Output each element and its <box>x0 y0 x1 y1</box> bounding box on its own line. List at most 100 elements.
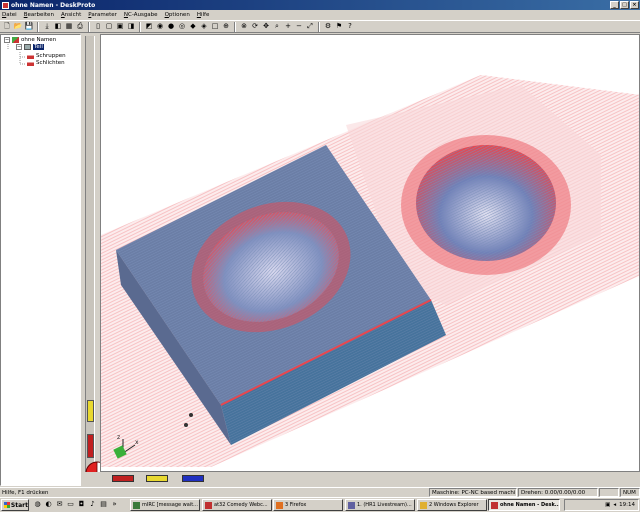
status-help-text: Hilfe, F1 drücken <box>2 489 49 496</box>
firefox-icon <box>276 501 283 509</box>
doc-icon[interactable]: ▯ <box>93 22 103 32</box>
collapse-toggle-icon[interactable]: − <box>4 37 10 43</box>
axis-icon[interactable]: ⊗ <box>239 22 249 32</box>
toolbar-separator <box>234 21 236 32</box>
tray-clock[interactable]: 19:14 <box>619 502 635 508</box>
windows-logo-icon <box>4 502 10 508</box>
toolbar-separator <box>37 21 39 32</box>
legend-swatch-red <box>112 475 134 482</box>
menu-ansicht[interactable]: Ansicht <box>61 12 81 18</box>
tree-item-schlichten[interactable]: Schlichten <box>27 60 65 66</box>
toolbar-separator <box>318 21 320 32</box>
red-indicator <box>87 434 94 458</box>
view-iso-icon[interactable]: ◩ <box>144 22 154 32</box>
yellow-indicator <box>87 400 94 422</box>
status-empty <box>599 488 619 497</box>
import-icon[interactable]: ⤓ <box>42 22 52 32</box>
view-front-icon[interactable]: ▣ <box>115 22 125 32</box>
taskbar-button[interactable]: ohne Namen - Desk... <box>488 499 560 511</box>
zoom-in-icon[interactable]: + <box>283 22 293 32</box>
taskbar-button[interactable]: 1. (HR1 Livestream)... <box>345 499 415 511</box>
status-machine: Maschine: PC-NC based machine <box>429 488 517 497</box>
simulate-icon[interactable]: ⚑ <box>334 22 344 32</box>
new-icon[interactable]: 🗋 <box>2 22 12 32</box>
model-icon[interactable]: ◧ <box>53 22 63 32</box>
title-bar: ohne Namen - DeskProto _ □ × <box>0 0 640 10</box>
marker-dot <box>189 413 193 417</box>
taskbar-button[interactable]: 2 Windows Explorer <box>417 499 487 511</box>
tray-network-icon[interactable]: ▣ <box>605 502 610 508</box>
start-label: Start <box>10 501 28 509</box>
project-tree: − ohne Namen − Teil Schruppen Schlichten <box>0 34 81 486</box>
tree-item-schruppen[interactable]: Schruppen <box>27 53 66 59</box>
pan-icon[interactable]: ✥ <box>261 22 271 32</box>
taskbar-button[interactable]: 3 Firefox <box>273 499 343 511</box>
taskbar-button[interactable]: at32 Comedy Webc... <box>202 499 272 511</box>
shade-icon[interactable]: ● <box>166 22 176 32</box>
finishing-icon <box>27 60 34 66</box>
maximize-button[interactable]: □ <box>620 1 629 9</box>
save-icon[interactable]: 💾 <box>24 22 34 32</box>
zoom-out-icon[interactable]: − <box>294 22 304 32</box>
taskbar-button-label: at32 Comedy Webc... <box>214 502 268 508</box>
print-icon[interactable]: ⎙ <box>75 22 85 32</box>
target-icon[interactable]: ⊕ <box>221 22 231 32</box>
quicklaunch-desktop-icon[interactable]: ▭ <box>66 500 75 509</box>
fit-icon[interactable]: ⤢ <box>305 22 315 32</box>
3d-viewport[interactable]: x z <box>100 34 640 472</box>
collapse-toggle-icon[interactable]: − <box>16 44 22 50</box>
tray-volume-icon[interactable]: ◂ <box>613 502 616 508</box>
zoom-icon[interactable]: ⌕ <box>272 22 282 32</box>
taskbar: Start ◍ ◐ ✉ ▭ ◘ ♪ ▤ » mIRC [message wait… <box>0 497 640 512</box>
menu-bearbeiten[interactable]: Bearbeiten <box>24 12 54 18</box>
toolpath-icon[interactable]: ▦ <box>64 22 74 32</box>
open-icon[interactable]: 📂 <box>13 22 23 32</box>
view-side-icon[interactable]: ◨ <box>126 22 136 32</box>
taskbar-button-label: 1. (HR1 Livestream)... <box>357 502 412 508</box>
tree-item-part[interactable]: − Teil <box>16 44 44 50</box>
taskbar-button-label: ohne Namen - Desk... <box>500 502 560 508</box>
rotate-icon[interactable]: ⟳ <box>250 22 260 32</box>
tree-label-roughing: Schruppen <box>36 53 66 59</box>
tree-item-project[interactable]: − ohne Namen <box>4 37 56 43</box>
quicklaunch-mail-icon[interactable]: ✉ <box>55 500 64 509</box>
view-top-icon[interactable]: ▢ <box>104 22 114 32</box>
nc-output-icon[interactable]: ⚙ <box>323 22 333 32</box>
menu-nc-ausgabe[interactable]: NC-Ausgabe <box>124 12 158 18</box>
layer-icon[interactable]: ◈ <box>199 22 209 32</box>
toolbar-separator <box>139 21 141 32</box>
right-bowl-hatch <box>416 145 556 261</box>
deskproto-icon <box>491 501 498 509</box>
quicklaunch-media-icon[interactable]: ◐ <box>44 500 53 509</box>
toolpath-scene[interactable]: x z <box>101 35 640 472</box>
tree-label-part: Teil <box>33 44 44 50</box>
svg-text:x: x <box>135 439 139 446</box>
minimize-button[interactable]: _ <box>610 1 619 9</box>
menu-optionen[interactable]: Optionen <box>165 12 190 18</box>
menu-parameter[interactable]: Parameter <box>88 12 117 18</box>
explorer-icon <box>420 501 427 509</box>
window-title: ohne Namen - DeskProto <box>11 1 96 9</box>
quicklaunch-folder-icon[interactable]: ▤ <box>99 500 108 509</box>
quicklaunch-app-icon[interactable]: ◘ <box>77 500 86 509</box>
part-icon <box>24 44 31 50</box>
close-button[interactable]: × <box>630 1 639 9</box>
wire-icon[interactable]: ◎ <box>177 22 187 32</box>
start-button[interactable]: Start <box>1 499 29 511</box>
quicklaunch-music-icon[interactable]: ♪ <box>88 500 97 509</box>
eye-icon[interactable]: ◉ <box>155 22 165 32</box>
quicklaunch-browser-icon[interactable]: ◍ <box>33 500 42 509</box>
tree-label-project: ohne Namen <box>21 37 57 43</box>
quicklaunch-more-icon[interactable]: » <box>110 500 119 509</box>
part-icon[interactable]: ◆ <box>188 22 198 32</box>
taskbar-button-label: 2 Windows Explorer <box>429 502 479 508</box>
marker-dot <box>184 423 188 427</box>
vertical-slider-track[interactable] <box>85 36 95 486</box>
menu-hilfe[interactable]: Hilfe <box>197 12 210 18</box>
tree-label-finishing: Schlichten <box>36 60 65 66</box>
status-rotation: Drehen: 0.00/0.00/0.00 <box>518 488 598 497</box>
taskbar-button[interactable]: mIRC [message wait... <box>130 499 200 511</box>
help-icon[interactable]: ? <box>345 22 355 32</box>
menu-datei[interactable]: Datei <box>2 12 17 18</box>
box-icon[interactable]: □ <box>210 22 220 32</box>
